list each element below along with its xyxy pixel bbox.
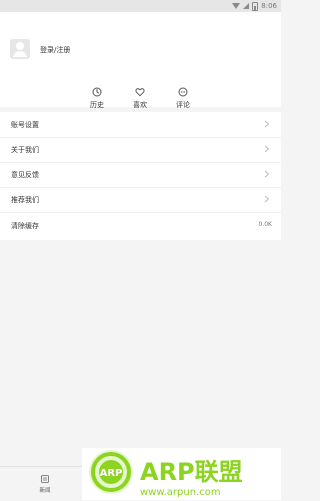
comments-button[interactable]: 评论 bbox=[163, 87, 203, 113]
menu-item-about-us[interactable]: 关于我们 bbox=[0, 137, 281, 163]
menu-item-label: 推荐我们 bbox=[11, 196, 39, 204]
history-label: 历史 bbox=[90, 101, 104, 109]
settings-menu: 账号设置 关于我们 意见反馈 推荐我们 清除缓存 0.0K bbox=[0, 112, 281, 240]
news-icon bbox=[41, 475, 49, 483]
chevron-right-icon bbox=[264, 170, 270, 178]
menu-item-account-settings[interactable]: 账号设置 bbox=[0, 112, 281, 138]
arp-brand-text: ARP联盟 bbox=[140, 458, 243, 486]
login-register-link[interactable]: 登录/注册 bbox=[40, 45, 70, 55]
profile-section: 登录/注册 历史 喜欢 评论 bbox=[0, 12, 281, 109]
menu-item-label: 账号设置 bbox=[11, 121, 39, 129]
arp-logo: ARP ARP联盟 www.arpun.com bbox=[82, 448, 281, 500]
arp-url-text: www.arpun.com bbox=[140, 487, 221, 498]
battery-icon bbox=[252, 1, 259, 11]
arp-badge-text: ARP bbox=[100, 468, 123, 479]
history-button[interactable]: 历史 bbox=[77, 87, 117, 113]
arp-watermark: ARP ARP联盟 www.arpun.com bbox=[82, 448, 281, 500]
heart-icon bbox=[135, 88, 145, 97]
tab-news-label: 新闻 bbox=[39, 488, 51, 494]
tab-news[interactable]: 新闻 bbox=[33, 475, 57, 499]
quick-actions: 历史 喜欢 评论 bbox=[0, 87, 281, 112]
chevron-right-icon bbox=[264, 195, 270, 203]
cache-size: 0.0K bbox=[258, 221, 272, 228]
clock-icon bbox=[92, 87, 102, 97]
chevron-right-icon bbox=[264, 145, 270, 153]
status-bar: 8:06 bbox=[0, 0, 281, 12]
comment-icon bbox=[178, 87, 188, 97]
menu-item-label: 意见反馈 bbox=[11, 171, 39, 179]
likes-label: 喜欢 bbox=[133, 101, 147, 109]
wifi-icon bbox=[232, 3, 241, 9]
signal-icon bbox=[243, 3, 250, 9]
avatar-icon[interactable] bbox=[10, 39, 30, 59]
status-icons: 8:06 bbox=[232, 1, 277, 11]
chevron-right-icon bbox=[264, 120, 270, 128]
menu-item-recommend-us[interactable]: 推荐我们 bbox=[0, 187, 281, 213]
menu-item-clear-cache[interactable]: 清除缓存 0.0K bbox=[0, 213, 281, 238]
menu-item-label: 关于我们 bbox=[11, 146, 39, 154]
status-time: 8:06 bbox=[261, 2, 277, 10]
likes-button[interactable]: 喜欢 bbox=[120, 87, 160, 113]
menu-item-label: 清除缓存 bbox=[11, 222, 39, 230]
comments-label: 评论 bbox=[176, 101, 190, 109]
menu-item-feedback[interactable]: 意见反馈 bbox=[0, 162, 281, 188]
